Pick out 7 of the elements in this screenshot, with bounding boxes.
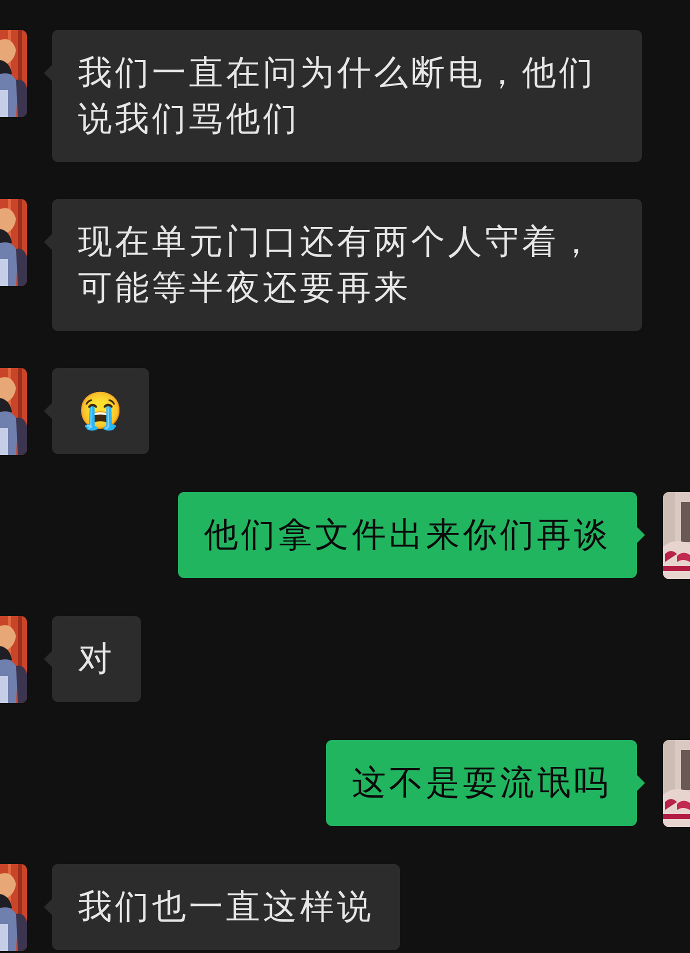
message-text: 我们也一直这样说 [78, 887, 374, 928]
message-text: 现在单元门口还有两个人守着，可能等半夜还要再来 [78, 222, 597, 309]
emoji: 😭 [78, 389, 123, 433]
message-text: 对 [78, 639, 115, 680]
message-text: 这不是耍流氓吗 [352, 763, 611, 804]
message-text: 他们拿文件出来你们再谈 [204, 515, 611, 556]
message-text: 我们一直在问为什么断电，他们说我们骂他们 [78, 53, 597, 140]
